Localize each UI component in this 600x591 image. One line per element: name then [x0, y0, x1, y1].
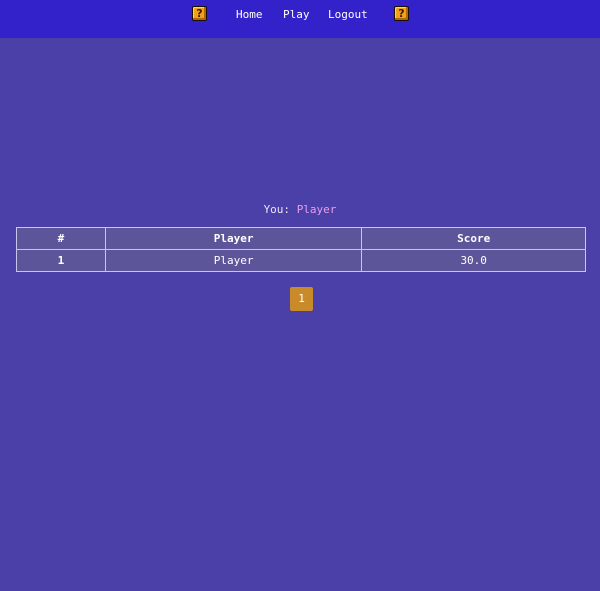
current-user-line: You: Player — [0, 203, 600, 216]
leaderboard-header-row: # Player Score — [16, 227, 586, 250]
leaderboard-table: # Player Score 1 Player 30.0 — [16, 227, 586, 272]
column-header-score: Score — [361, 227, 586, 250]
nav-logout-link[interactable]: Logout — [328, 8, 368, 21]
column-header-player: Player — [104, 227, 363, 250]
nav-home-link[interactable]: Home — [236, 8, 263, 21]
row-rank: 1 — [16, 249, 106, 272]
question-block-icon: ? — [192, 6, 207, 21]
current-user-prefix: You: — [263, 203, 291, 216]
top-nav-bar: ? Home Play Logout ? — [0, 0, 600, 38]
row-player: Player — [104, 249, 363, 272]
row-score: 30.0 — [361, 249, 586, 272]
pagination-page-button[interactable]: 1 — [290, 287, 313, 311]
nav-links: ? Home Play Logout ? — [0, 4, 600, 24]
table-row: 1 Player 30.0 — [16, 249, 586, 272]
nav-play-link[interactable]: Play — [283, 8, 310, 21]
current-user-name: Player — [296, 203, 337, 216]
question-mark-glyph: ? — [398, 7, 405, 20]
question-block-icon: ? — [394, 6, 409, 21]
column-header-rank: # — [16, 227, 106, 250]
question-mark-glyph: ? — [196, 7, 203, 20]
